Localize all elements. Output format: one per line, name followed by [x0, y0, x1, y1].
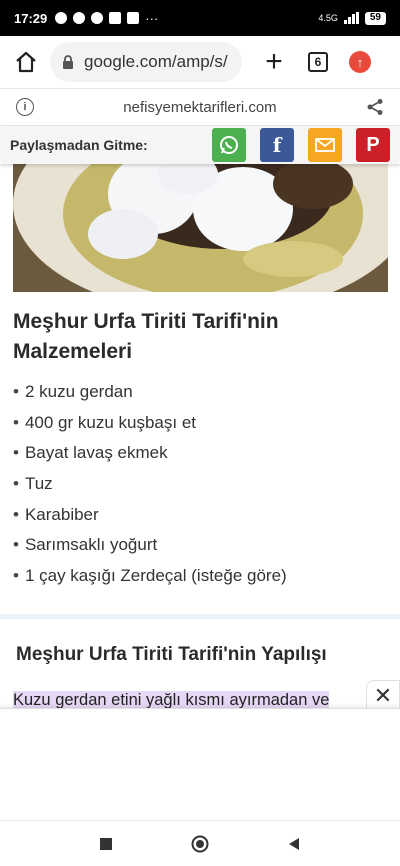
recents-button[interactable] [94, 832, 118, 856]
home-button[interactable] [10, 46, 42, 78]
back-button[interactable] [282, 832, 306, 856]
tabs-count: 6 [308, 52, 328, 72]
url-bar[interactable]: google.com/amp/s/ [50, 42, 242, 82]
amp-domain[interactable]: nefisyemektarifleri.com [34, 99, 366, 116]
mail-share-button[interactable] [308, 128, 342, 162]
ingredients-title: Meşhur Urfa Tiriti Tarifi'nin Malzemeler… [13, 310, 279, 363]
more-notifications-icon: ··· [145, 10, 159, 26]
tabs-button[interactable]: 6 [300, 44, 336, 80]
ad-close-button[interactable]: ✕ [366, 680, 400, 710]
recents-icon [100, 837, 112, 850]
recipe-photo [13, 164, 388, 292]
steps-title: Meşhur Urfa Tiriti Tarifi'nin Yapılışı [16, 643, 327, 665]
share-label: Paylaşmadan Gitme: [10, 137, 148, 153]
pinterest-icon: P [366, 133, 380, 156]
home-circle-icon [191, 835, 209, 852]
home-icon [16, 51, 36, 73]
status-bar: 17:29 ··· 4.5G 59 [0, 0, 400, 36]
facebook-share-button[interactable]: f [260, 128, 294, 162]
battery-indicator: 59 [364, 11, 386, 25]
ingredient-item: Karabiber [13, 500, 387, 531]
notification-icon [73, 12, 86, 24]
notification-icons: ··· [55, 11, 158, 26]
network-type: 4.5G [318, 13, 338, 23]
ingredient-item: 400 gr kuzu kuşbaşı et [13, 408, 387, 439]
system-nav-bar [0, 820, 400, 866]
article-content: Meşhur Urfa Tiriti Tarifi'nin Malzemeler… [0, 292, 400, 734]
facebook-icon: f [272, 133, 282, 157]
lock-icon [63, 54, 73, 69]
ingredients-list: 2 kuzu gerdan 400 gr kuzu kuşbaşı et Bay… [0, 367, 400, 592]
recipe-image [13, 164, 388, 292]
update-button[interactable]: ↑ [342, 44, 378, 80]
info-icon[interactable]: i [16, 98, 34, 116]
ingredient-item: 1 çay kaşığı Zerdeçal (isteğe göre) [13, 561, 387, 592]
pinterest-share-button[interactable]: P [356, 128, 390, 162]
whatsapp-share-button[interactable] [212, 128, 246, 162]
ad-panel [0, 708, 400, 820]
ingredient-item: Sarımsaklı yoğurt [13, 530, 387, 561]
url-text: google.com/amp/s/ [84, 52, 228, 71]
notification-icon [109, 12, 122, 24]
plus-icon: + [265, 45, 283, 78]
close-icon: ✕ [373, 682, 393, 708]
share-icon[interactable] [366, 98, 384, 116]
home-nav-button[interactable] [188, 832, 212, 856]
instagram-icon [127, 12, 140, 24]
mail-icon [315, 138, 335, 152]
update-icon: ↑ [349, 51, 371, 73]
ingredient-item: 2 kuzu gerdan [13, 377, 387, 408]
share-bar: Paylaşmadan Gitme: f P [0, 126, 400, 164]
ingredient-item: Bayat lavaş ekmek [13, 438, 387, 469]
signal-icon [343, 12, 359, 24]
notification-icon [55, 12, 68, 24]
back-icon [289, 837, 299, 850]
notification-icon [91, 12, 104, 24]
ingredient-item: Tuz [13, 469, 387, 500]
new-tab-button[interactable]: + [256, 44, 292, 80]
amp-header: i nefisyemektarifleri.com [0, 88, 400, 126]
browser-toolbar: google.com/amp/s/ + 6 ↑ [0, 36, 400, 88]
whatsapp-icon [220, 136, 238, 154]
status-time: 17:29 [14, 10, 48, 26]
